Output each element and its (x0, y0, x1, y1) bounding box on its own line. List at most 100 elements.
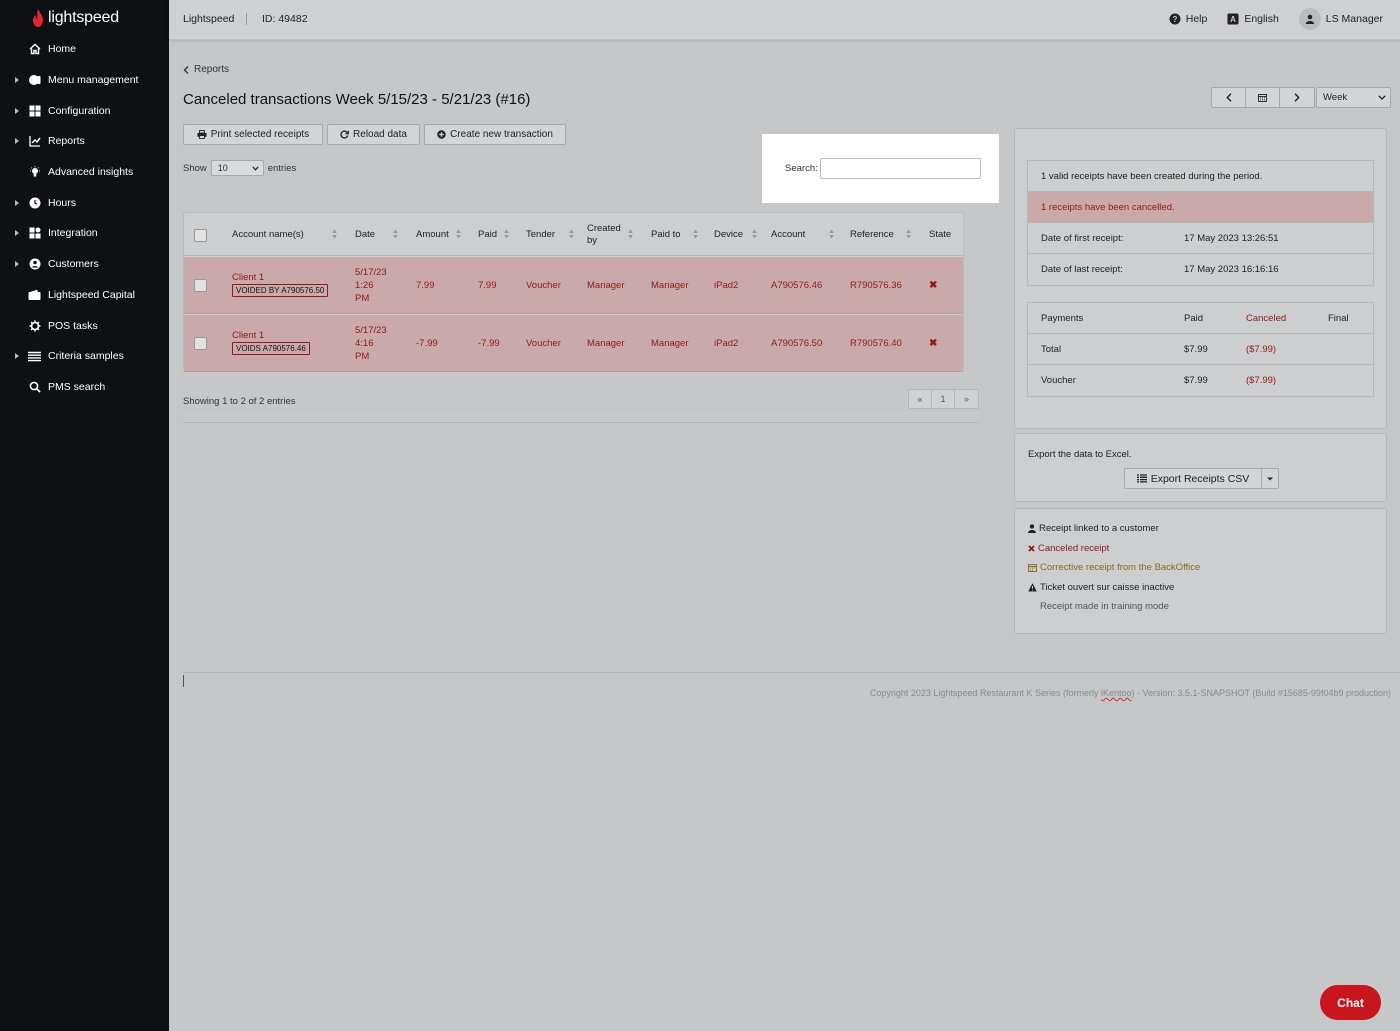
user-icon (1028, 524, 1036, 533)
gear-icon (28, 319, 41, 332)
entries-suffix: entries (267, 162, 297, 174)
sidebar: lightspeed Home Menu management Configur… (0, 0, 169, 1031)
pagination-prev-button[interactable]: « (909, 390, 932, 408)
column-header-device[interactable]: Device (714, 213, 760, 256)
reload-data-button[interactable]: Reload data (327, 124, 420, 145)
paid-cell: 7.99 (478, 280, 497, 291)
logo-text: lightspeed (48, 9, 119, 26)
print-selected-receipts-button[interactable]: Print selected receipts (183, 124, 323, 145)
language-selector[interactable]: A English (1227, 13, 1279, 25)
brand-name: Lightspeed (183, 13, 235, 25)
reference-cell: R790576.40 (850, 338, 902, 349)
avatar (1298, 8, 1321, 30)
sort-icon (456, 229, 461, 239)
column-header-state[interactable]: State (929, 213, 959, 256)
column-header-tender[interactable]: Tender (526, 213, 576, 256)
user-icon (1305, 14, 1314, 24)
table-row[interactable]: Client 1 VOIDED BY A790576.50 5/17/23 1:2… (184, 257, 963, 314)
entries-select[interactable]: 10 (210, 160, 264, 176)
legend-inactive-register: Ticket ouvert sur caisse inactive (1028, 582, 1174, 593)
column-header-paid-to[interactable]: Paid to (651, 213, 701, 256)
column-header-account-no[interactable]: Account (771, 213, 837, 256)
lightspeed-logo[interactable]: lightspeed (32, 8, 119, 28)
help-icon: ? (1169, 13, 1181, 25)
list-icon (1136, 474, 1147, 483)
sort-icon (693, 229, 698, 239)
sidebar-item-reports[interactable]: Reports (0, 126, 169, 157)
payments-table: Payments Paid Canceled Final Total $7.99… (1027, 302, 1374, 397)
sort-icon (332, 229, 337, 239)
export-receipts-csv-button[interactable]: Export Receipts CSV (1124, 468, 1262, 489)
sidebar-item-integration[interactable]: Integration (0, 218, 169, 249)
sidebar-item-criteria-samples[interactable]: Criteria samples (0, 341, 169, 372)
period-select[interactable]: Week (1316, 87, 1391, 108)
pagination-page-button[interactable]: 1 (932, 390, 955, 408)
create-new-transaction-button[interactable]: Create new transaction (424, 124, 566, 145)
legend-training-mode: Receipt made in training mode (1040, 601, 1169, 612)
sidebar-item-label: PMS search (48, 380, 106, 393)
sidebar-item-advanced-insights[interactable]: Advanced insights (0, 157, 169, 188)
column-header-created-by[interactable]: Created by (587, 213, 635, 256)
table-row[interactable]: Client 1 VOIDS A790576.46 5/17/23 4:16 PM … (184, 315, 963, 372)
account-link[interactable]: Client 1 (232, 330, 310, 341)
page-title: Canceled transactions Week 5/15/23 - 5/2… (183, 91, 531, 108)
row-checkbox[interactable] (194, 337, 207, 350)
next-week-button[interactable] (1280, 88, 1314, 107)
sidebar-item-label: Customers (48, 258, 99, 271)
breadcrumb[interactable]: Reports (183, 64, 229, 75)
user-name: LS Manager (1325, 13, 1383, 25)
show-label: Show (183, 162, 207, 174)
close-icon (1028, 545, 1035, 552)
payments-header-row: Payments Paid Canceled Final (1028, 303, 1373, 334)
caret-right-icon (15, 138, 19, 145)
sidebar-item-pms-search[interactable]: PMS search (0, 372, 169, 403)
sidebar-item-home[interactable]: Home (0, 34, 169, 65)
sidebar-nav: Home Menu management Configuration Repor… (0, 34, 169, 402)
chevron-left-icon (183, 65, 189, 74)
export-dropdown-toggle[interactable] (1261, 468, 1279, 489)
chat-button[interactable]: Chat (1320, 985, 1381, 1020)
account-cell: Client 1 VOIDED BY A790576.50 (232, 272, 329, 297)
table-info: Showing 1 to 2 of 2 entries (183, 396, 296, 407)
account-link[interactable]: Client 1 (232, 272, 328, 283)
row-checkbox[interactable] (194, 279, 207, 292)
main-content: Reports Canceled transactions Week 5/15/… (169, 40, 1400, 1031)
summary-panel: 1 valid receipts have been created durin… (1014, 128, 1387, 429)
language-label: English (1244, 13, 1279, 25)
chevron-right-icon (1294, 93, 1300, 102)
sidebar-item-configuration[interactable]: Configuration (0, 95, 169, 126)
table-header: Account name(s) Date Amount Paid Tender … (184, 213, 963, 256)
sidebar-item-pos-tasks[interactable]: POS tasks (0, 310, 169, 341)
column-header-date[interactable]: Date (355, 213, 401, 256)
previous-week-button[interactable] (1212, 88, 1246, 107)
column-header-amount[interactable]: Amount (416, 213, 464, 256)
calendar-icon (1258, 94, 1267, 102)
column-header-reference[interactable]: Reference (850, 213, 914, 256)
date-cell: 5/17/23 4:16 PM (355, 325, 387, 362)
sort-icon (829, 229, 834, 239)
sidebar-item-lightspeed-capital[interactable]: Lightspeed Capital (0, 280, 169, 311)
pagination-next-button[interactable]: » (955, 390, 978, 408)
receipts-table: Account name(s) Date Amount Paid Tender … (183, 212, 964, 372)
sidebar-item-label: Menu management (48, 74, 139, 87)
user-menu[interactable]: LS Manager (1298, 8, 1383, 30)
created-by-cell: Manager (587, 280, 625, 291)
date-cell: 5/17/23 1:26 PM (355, 267, 387, 304)
column-header-account[interactable]: Account name(s) (232, 213, 340, 256)
svg-text:A: A (1230, 15, 1236, 24)
payments-row-total: Total $7.99 ($7.99) (1028, 334, 1373, 365)
select-all-checkbox[interactable] (194, 229, 207, 242)
caret-right-icon (15, 230, 19, 237)
chevron-left-icon (1225, 93, 1231, 102)
sort-icon (906, 229, 911, 239)
calendar-button[interactable] (1246, 88, 1280, 107)
pagination: « 1 » (908, 389, 979, 409)
column-header-paid[interactable]: Paid (478, 213, 512, 256)
search-input[interactable] (819, 158, 981, 179)
plus-circle-icon (437, 130, 446, 139)
help-link[interactable]: ? Help (1169, 13, 1207, 25)
sidebar-item-hours[interactable]: Hours (0, 187, 169, 218)
sidebar-item-customers[interactable]: Customers (0, 249, 169, 280)
table-footer-divider (183, 412, 979, 423)
sidebar-item-menu-management[interactable]: Menu management (0, 65, 169, 96)
